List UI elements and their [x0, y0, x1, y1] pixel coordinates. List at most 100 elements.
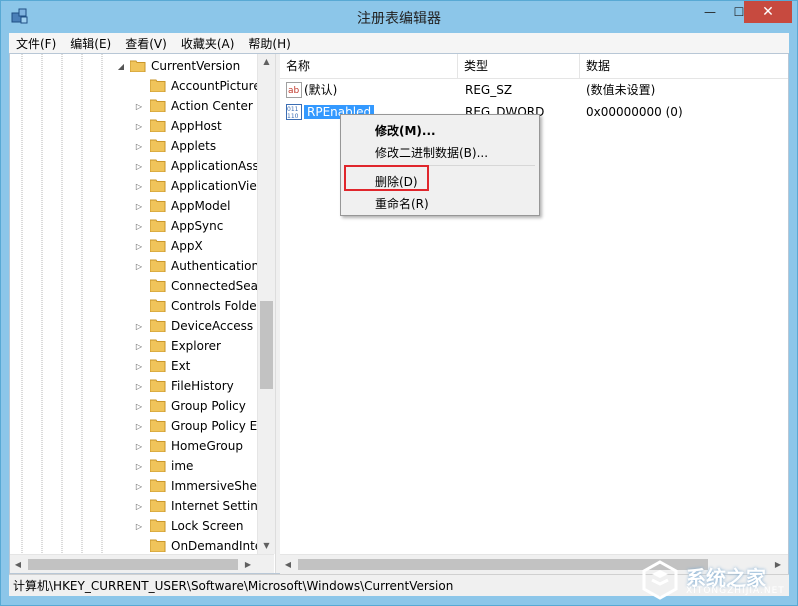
tree-label: DeviceAccess: [171, 319, 254, 333]
tree-label-selected: CurrentVersion: [151, 59, 241, 73]
expand-arrow-icon[interactable]: ▷: [134, 182, 144, 191]
value-name: (默认): [304, 83, 338, 97]
expand-arrow-icon[interactable]: ▷: [134, 382, 144, 391]
menu-help[interactable]: 帮助(H): [241, 35, 297, 52]
tree-label: Authentication: [171, 259, 260, 273]
tree-label: ConnectedSear: [171, 279, 263, 293]
expand-arrow-icon[interactable]: ▷: [134, 482, 144, 491]
scroll-up-arrow-icon[interactable]: ▲: [258, 54, 275, 70]
expand-arrow-icon[interactable]: ▷: [134, 222, 144, 231]
expand-arrow-icon[interactable]: ▷: [134, 502, 144, 511]
column-type-header[interactable]: 类型: [458, 54, 580, 78]
tree-label: AppSync: [171, 219, 224, 233]
svg-text:ab: ab: [288, 86, 300, 96]
folder-icon: [150, 399, 166, 412]
folder-icon: [150, 99, 166, 112]
tree-label: Applets: [171, 139, 217, 153]
folder-icon: [150, 219, 166, 232]
tree-label: ApplicationView: [171, 179, 267, 193]
watermark-subtext: XITONGZHIJIA.NET: [686, 586, 785, 596]
folder-icon: [150, 239, 166, 252]
expand-arrow-icon[interactable]: ▷: [134, 242, 144, 251]
context-rename[interactable]: 重命名(R): [375, 195, 429, 212]
folder-icon: [150, 539, 166, 552]
tree-label: AppModel: [171, 199, 231, 213]
expand-arrow-icon[interactable]: ▷: [134, 342, 144, 351]
expand-arrow-icon[interactable]: ▷: [134, 422, 144, 431]
close-button[interactable]: ✕: [744, 1, 792, 23]
tree-label: AccountPicture: [171, 79, 261, 93]
binary-value-icon: 011 110: [286, 104, 302, 120]
scroll-left-arrow-icon[interactable]: ◀: [10, 555, 26, 573]
context-modify-binary[interactable]: 修改二进制数据(B)...: [375, 144, 488, 161]
tree-label: Explorer: [171, 339, 221, 353]
scroll-left-arrow-icon[interactable]: ◀: [280, 555, 296, 574]
tree-horizontal-scroll-thumb[interactable]: [28, 559, 238, 570]
expand-arrow-icon[interactable]: ▷: [134, 522, 144, 531]
tree-label: ImmersiveShel: [171, 479, 261, 493]
tree-label: AppHost: [171, 119, 222, 133]
expand-arrow-icon[interactable]: ▷: [134, 142, 144, 151]
folder-icon: [150, 139, 166, 152]
context-modify[interactable]: 修改(M)...: [375, 122, 436, 139]
folder-icon: [150, 79, 166, 92]
expand-arrow-icon[interactable]: ▷: [134, 162, 144, 171]
ab-string-icon: ab: [286, 82, 302, 98]
value-type: REG_SZ: [465, 83, 513, 97]
folder-icon: [150, 119, 166, 132]
tree-label: ApplicationAss: [171, 159, 259, 173]
delete-highlight-annotation: [344, 165, 429, 191]
menu-favorites[interactable]: 收藏夹(A): [174, 35, 242, 52]
tree-label: FileHistory: [171, 379, 234, 393]
tree-label: HomeGroup: [171, 439, 243, 453]
tree-vertical-scrollbar[interactable]: ▲ ▼: [257, 54, 275, 554]
expand-arrow-icon[interactable]: ▷: [134, 202, 144, 211]
expand-arrow-icon[interactable]: ▷: [134, 262, 144, 271]
expand-arrow-icon[interactable]: ▷: [134, 102, 144, 111]
value-row-default[interactable]: ab (默认) REG_SZ (数值未设置): [280, 79, 788, 101]
tree-label: Lock Screen: [171, 519, 244, 533]
scroll-down-arrow-icon[interactable]: ▼: [258, 538, 275, 554]
list-header: 名称 类型 数据: [280, 54, 788, 79]
column-data-header[interactable]: 数据: [580, 54, 788, 78]
collapse-triangle-icon[interactable]: ◢: [116, 62, 126, 71]
column-name-header[interactable]: 名称: [280, 54, 458, 78]
expand-arrow-icon[interactable]: ▷: [134, 442, 144, 451]
registry-tree: ◢ CurrentVersion AccountPicture ▷ Action …: [10, 54, 275, 573]
expand-arrow-icon[interactable]: ▷: [134, 122, 144, 131]
folder-icon: [150, 379, 166, 392]
folder-icon: [150, 259, 166, 272]
minimize-button[interactable]: —: [695, 1, 725, 23]
watermark: 系统之家 XITONGZHIJIA.NET: [626, 558, 796, 602]
folder-icon: [150, 419, 166, 432]
folder-icon: [150, 319, 166, 332]
tree-vertical-scroll-thumb[interactable]: [260, 301, 273, 389]
menu-file[interactable]: 文件(F): [9, 35, 63, 52]
expand-arrow-icon[interactable]: ▷: [134, 322, 144, 331]
value-data: (数值未设置): [586, 83, 656, 97]
tree-label: OnDemandInte: [171, 539, 263, 553]
title-bar: 注册表编辑器 — ☐ ✕: [1, 1, 797, 33]
folder-icon: [150, 459, 166, 472]
expand-arrow-icon[interactable]: ▷: [134, 462, 144, 471]
tree-label: AppX: [171, 239, 203, 253]
svg-text:110: 110: [287, 113, 299, 120]
folder-open-icon: [130, 60, 146, 72]
tree-horizontal-scrollbar[interactable]: ◀ ▶: [10, 554, 274, 573]
expand-arrow-icon[interactable]: ▷: [134, 362, 144, 371]
value-data: 0x00000000 (0): [586, 105, 683, 119]
folder-icon: [150, 199, 166, 212]
folder-icon: [150, 439, 166, 452]
menu-edit[interactable]: 编辑(E): [63, 35, 118, 52]
menu-bar: 文件(F) 编辑(E) 查看(V) 收藏夹(A) 帮助(H): [9, 33, 789, 53]
window-title: 注册表编辑器: [357, 11, 441, 27]
tree-label: Ext: [171, 359, 191, 373]
expand-arrow-icon[interactable]: ▷: [134, 402, 144, 411]
tree-label: Controls Folde: [171, 299, 257, 313]
folder-icon: [150, 519, 166, 532]
tree-label: Group Policy E: [171, 419, 258, 433]
folder-icon: [150, 299, 166, 312]
scroll-right-arrow-icon[interactable]: ▶: [240, 555, 256, 573]
menu-view[interactable]: 查看(V): [118, 35, 174, 52]
folder-icon: [150, 179, 166, 192]
